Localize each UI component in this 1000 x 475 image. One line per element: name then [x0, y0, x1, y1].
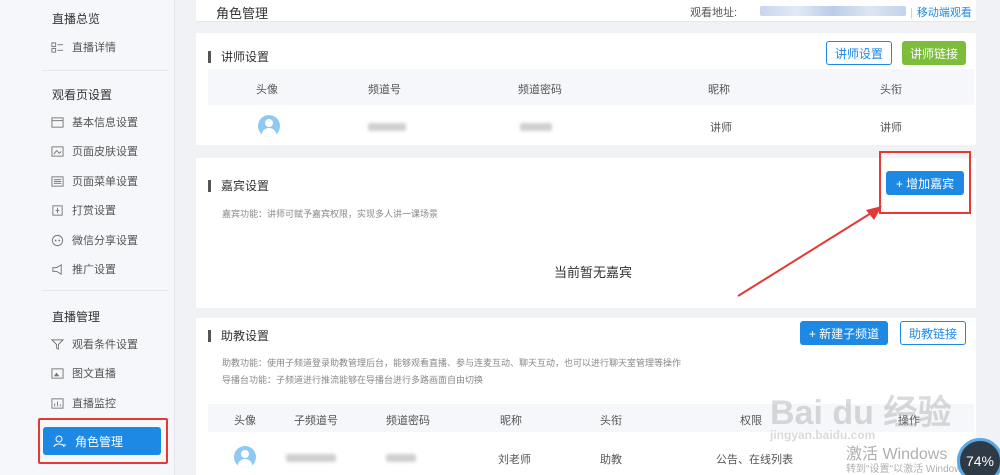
sidebar-item-label: 图文直播 [72, 368, 116, 380]
sidebar-item-page-menu[interactable]: 页面菜单设置 [50, 171, 138, 191]
section-title-assistant: 助教设置 [208, 330, 269, 342]
column-header: 头像 [234, 415, 256, 427]
sidebar-item-basic-info[interactable]: 基本信息设置 [50, 112, 138, 132]
avatar [234, 446, 256, 468]
sidebar-item-label: 直播详情 [72, 42, 116, 54]
divider [42, 70, 168, 71]
lecturer-title: 讲师 [880, 122, 902, 134]
header: 角色管理 观看地址: 移动端观看 [196, 0, 976, 22]
sidebar-item-live-monitor[interactable]: 直播监控 [50, 393, 116, 413]
gift-icon [50, 203, 64, 217]
column-header: 头衔 [880, 84, 902, 96]
chart-icon [50, 396, 64, 410]
list-icon [50, 40, 64, 54]
section-title-lecturer: 讲师设置 [208, 51, 269, 63]
sidebar: 直播总览 直播详情 观看页设置 基本信息设置 页面皮肤设置 页面菜单设置 打赏设… [0, 0, 175, 475]
sidebar-item-image-text-live[interactable]: 图文直播 [50, 363, 116, 383]
annotation-arrow [737, 206, 882, 297]
sidebar-item-page-skin[interactable]: 页面皮肤设置 [50, 141, 138, 161]
sidebar-item-reward[interactable]: 打赏设置 [50, 200, 116, 220]
column-header: 频道密码 [386, 415, 430, 427]
image-edit-icon [50, 144, 64, 158]
channel-number-redacted [368, 123, 406, 131]
lecturer-link-button[interactable]: 讲师链接 [902, 41, 966, 65]
lecturer-card: 讲师设置 讲师设置 讲师链接 头像 频道号 频道密码 昵称 头衔 讲师 讲师 [196, 33, 976, 145]
column-header: 昵称 [708, 84, 730, 96]
sidebar-item-label: 微信分享设置 [72, 235, 138, 247]
guest-empty-state: 当前暂无嘉宾 [554, 265, 633, 280]
assistant-nickname: 刘老师 [498, 454, 531, 466]
section-title-guest: 嘉宾设置 [208, 180, 269, 192]
sidebar-section-overview: 直播总览 [52, 12, 101, 26]
mobile-watch-link[interactable]: 移动端观看 [910, 4, 972, 20]
window-icon [50, 115, 64, 129]
channel-password-redacted [520, 123, 552, 131]
sidebar-item-promotion[interactable]: 推广设置 [50, 259, 116, 279]
sidebar-item-live-details[interactable]: 直播详情 [50, 37, 116, 57]
sidebar-item-label: 推广设置 [72, 264, 116, 276]
sidebar-item-watch-condition[interactable]: 观看条件设置 [50, 334, 138, 354]
highlight-box-role-manage [38, 418, 168, 464]
sidebar-item-label: 打赏设置 [72, 205, 116, 217]
sidebar-item-label: 直播监控 [72, 398, 116, 410]
sidebar-item-label: 观看条件设置 [72, 339, 138, 351]
filter-icon [50, 337, 64, 351]
column-header: 头像 [256, 84, 278, 96]
highlight-box-add-guest [879, 151, 971, 214]
watch-address-url[interactable] [760, 6, 906, 16]
watch-address-label: 观看地址: [690, 7, 738, 19]
assistant-link-button[interactable]: 助教链接 [900, 321, 966, 345]
sidebar-item-label: 页面菜单设置 [72, 176, 138, 188]
menu-list-icon [50, 174, 64, 188]
assistant-description: 助教功能：使用子频道登录助教管理后台，能够观看直播、参与连麦互动、聊天互动，也可… [222, 358, 682, 368]
channel-password-redacted [386, 454, 416, 462]
page-title: 角色管理 [216, 6, 269, 21]
new-sub-channel-button[interactable]: + 新建子频道 [800, 321, 888, 345]
picture-icon [50, 366, 64, 380]
column-header: 权限 [740, 415, 762, 427]
guest-description: 嘉宾功能：讲师可赋予嘉宾权限，实现多人讲一课场景 [222, 209, 439, 219]
share-icon [50, 233, 64, 247]
sub-channel-number-redacted [286, 454, 336, 462]
column-header: 频道密码 [518, 84, 562, 96]
baidu-watermark: Bai du 经验 [770, 394, 952, 432]
table-header: 头像 频道号 频道密码 昵称 头衔 [208, 69, 974, 105]
lecturer-settings-button[interactable]: 讲师设置 [826, 41, 892, 65]
divider [42, 290, 168, 291]
sidebar-item-label: 页面皮肤设置 [72, 146, 138, 158]
column-header: 子频道号 [294, 415, 338, 427]
column-header: 头衔 [600, 415, 622, 427]
table-row: 讲师 讲师 [208, 107, 974, 145]
sidebar-item-wechat-share[interactable]: 微信分享设置 [50, 230, 138, 250]
sidebar-section-watch-page: 观看页设置 [52, 88, 113, 102]
column-header: 频道号 [368, 84, 401, 96]
megaphone-icon [50, 262, 64, 276]
assistant-title: 助教 [600, 454, 622, 466]
performance-gauge: 74% [957, 438, 1000, 475]
sidebar-item-label: 基本信息设置 [72, 117, 138, 129]
director-description: 导播台功能：子频道进行推流能够在导播台进行多路画面自由切换 [222, 375, 484, 385]
sidebar-section-live-manage: 直播管理 [52, 310, 101, 324]
column-header: 昵称 [500, 415, 522, 427]
lecturer-nickname: 讲师 [710, 122, 732, 134]
assistant-permission: 公告、在线列表 [716, 454, 793, 466]
avatar [258, 115, 280, 137]
